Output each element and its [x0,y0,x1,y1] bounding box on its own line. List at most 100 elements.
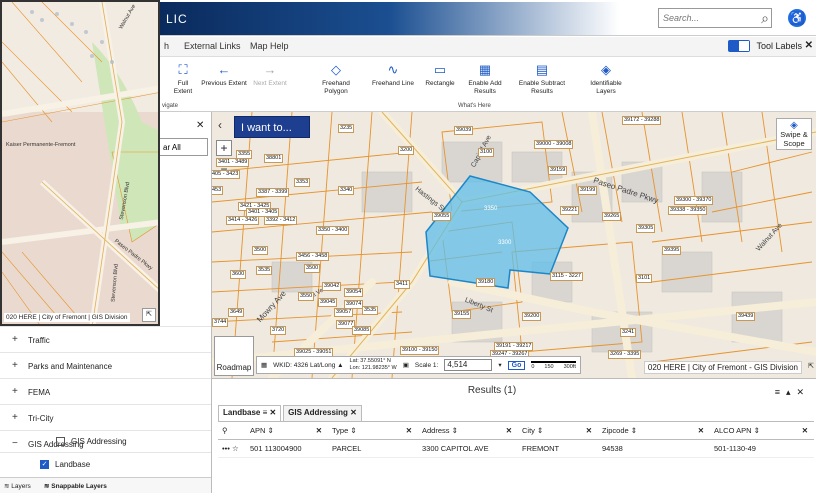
column-header-alco-apn[interactable]: ALCO APN ⇕ ✕ [710,422,814,439]
tab-landbase[interactable]: Landbase ≡ ✕ [218,405,282,421]
parcel-label: 3269 - 3395 [608,350,642,359]
zoom-out-icon[interactable]: − [216,162,232,178]
tab-snappable-layers[interactable]: ≋ Snappable Layers [44,482,107,490]
accessibility-icon[interactable]: ♿ [788,9,806,27]
overview-collapse-icon[interactable]: ⇱ [142,308,156,322]
enable-add-results-button[interactable]: ▦ Enable Add Results [462,62,508,96]
rectangle-button[interactable]: ▭ Rectangle [420,62,460,88]
i-want-to-button[interactable]: I want to... [234,116,310,138]
menu-item-external-links[interactable]: External Links [184,41,241,51]
results-controls[interactable]: ≡▴✕ [775,387,810,398]
clear-all-button[interactable]: ar All [158,138,208,156]
parcel-label: 3550 [298,292,315,301]
tool-label: Full Extent [173,80,193,95]
expand-icon[interactable]: ⇱ [808,362,814,370]
cell-apn: 501 113004900 [250,444,302,453]
search-box[interactable]: ⌕ [658,8,772,28]
tab-gis-addressing[interactable]: GIS Addressing ✕ [283,405,362,421]
basemap-roadmap-button[interactable]: Roadmap [214,336,254,376]
menu-item-search[interactable]: h [164,41,169,51]
subtract-results-icon: ▤ [535,62,549,77]
tool-labels-label: Tool Labels [756,41,802,51]
column-header-apn[interactable]: APN ⇕ ✕ [246,422,328,439]
search-icon[interactable]: ⌕ [761,10,769,27]
header-label: Zipcode [602,426,629,435]
search-input[interactable] [659,9,747,27]
expand-icon[interactable]: + [12,386,18,397]
tab-label: Landbase [223,408,261,417]
coordinate-panel: ▦ WKID: 4326 Lat/Long ▲ Lat: 37.55091° N… [256,356,581,374]
close-icon[interactable]: ✕ [805,40,813,51]
parcel-label: 39200 [522,312,542,321]
freehand-polygon-button[interactable]: ◇ Freehand Polygon [316,62,356,96]
expand-icon[interactable]: + [12,360,18,371]
sublayer-gis-addressing[interactable]: GIS Addressing [0,430,211,452]
menu-item-map-help[interactable]: Map Help [250,41,289,51]
parcel-label: 3101 [636,274,653,283]
next-extent-button[interactable]: → Next Extent [250,62,290,88]
layer-label: FEMA [28,388,51,397]
expand-icon[interactable]: + [12,334,18,345]
header-label: Address [422,426,450,435]
sublayer-row: ✓ Landbase [40,460,90,470]
swipe-scope-button[interactable]: ◈ Swipe & Scope [776,118,812,150]
parcel-label: 39045 [318,298,338,307]
tab-layers[interactable]: ≋ Layers [4,482,31,490]
lat-readout: Lat: 37.55091° N [349,358,391,364]
zoom-in-button[interactable]: + [216,140,232,156]
layer-item-tri-city[interactable]: + Tri-City [0,404,211,430]
layer-item-fema[interactable]: + FEMA [0,378,211,404]
column-header-zipcode[interactable]: Zipcode ⇕ ✕ [598,422,710,439]
tool-labels-toggle[interactable]: Tool Labels [728,40,802,52]
filter-icon[interactable]: ⚲ [218,422,246,439]
layer-item-parks[interactable]: + Parks and Maintenance [0,352,211,378]
rectangle-icon: ▭ [433,62,447,77]
parcel-label: 3414 - 3426 [226,216,260,225]
back-arrow-icon[interactable]: ‹ [218,118,222,132]
freehand-line-button[interactable]: ∿ Freehand Line [370,62,416,88]
previous-extent-button[interactable]: ← Previous Extent [200,62,248,88]
parcel-label: 3340 [338,186,355,195]
parcel-label: 3353 [294,178,311,187]
app-title: LIC [166,12,188,26]
checkbox[interactable] [56,437,65,447]
parcel-label: 39057 [334,308,354,317]
overview-map[interactable]: Kaiser Permanente-Fremont Stevenson Blvd… [0,0,160,326]
panel-close-icon[interactable]: ✕ [196,120,204,131]
header-label: APN [250,426,266,435]
wkid-selector[interactable]: WKID: 4326 Lat/Long ▲ [273,362,343,369]
expand-icon[interactable]: + [12,412,18,423]
column-header-address[interactable]: Address ⇕ ✕ [418,422,518,439]
layer-label: GIS Addressing [71,437,127,446]
table-row[interactable]: ••• ☆ 501 113004900 PARCEL 3300 CAPITOL … [218,440,814,458]
scale-tick: 300ft [563,363,576,370]
previous-extent-icon: ← [217,62,231,77]
checkbox-checked[interactable]: ✓ [40,460,49,470]
layer-item-traffic[interactable]: + Traffic [0,326,211,352]
toggle-switch[interactable] [728,40,751,52]
row-actions[interactable]: ••• ☆ [218,440,246,457]
identifiable-layers-button[interactable]: ◈ Identifiable Layers [584,62,628,96]
column-header-type[interactable]: Type ⇕ ✕ [328,422,418,439]
chevron-down-icon[interactable]: ▾ [498,361,501,369]
column-header-city[interactable]: City ⇕ ✕ [518,422,598,439]
parcel-label: 3235 [338,124,355,133]
results-table: ⚲ APN ⇕ ✕ Type ⇕ ✕ Address ⇕ ✕ City ⇕ ✕ Zipc… [218,421,814,458]
scale-grid-icon[interactable]: ▣ [403,361,409,369]
go-button[interactable]: Go [507,360,526,370]
tool-label: Enable Subtract Results [518,80,566,95]
map-view[interactable]: Capitol Ave Hastings St Paseo Padre Pkwy… [212,112,816,378]
parcel-label: 39395 [662,246,682,255]
parcel-label: 39172 - 39288 [622,116,662,125]
enable-subtract-results-button[interactable]: ▤ Enable Subtract Results [514,62,570,96]
basemap-thumb-icon[interactable]: ▦ [261,361,267,369]
tab-label: Layers [11,483,31,490]
sublayer-landbase[interactable]: ✓ Landbase [0,452,211,476]
map-attribution: 020 HERE | City of Fremont - GIS Divisio… [643,361,802,374]
overview-canvas [2,2,158,324]
layer-label: Traffic [28,336,50,345]
parcel-label: 39199 [578,186,598,195]
scale-input[interactable]: 4,514 [444,359,493,371]
parcel-label: 3744 [212,318,229,327]
full-extent-button[interactable]: ⛶ Full Extent [168,62,198,96]
